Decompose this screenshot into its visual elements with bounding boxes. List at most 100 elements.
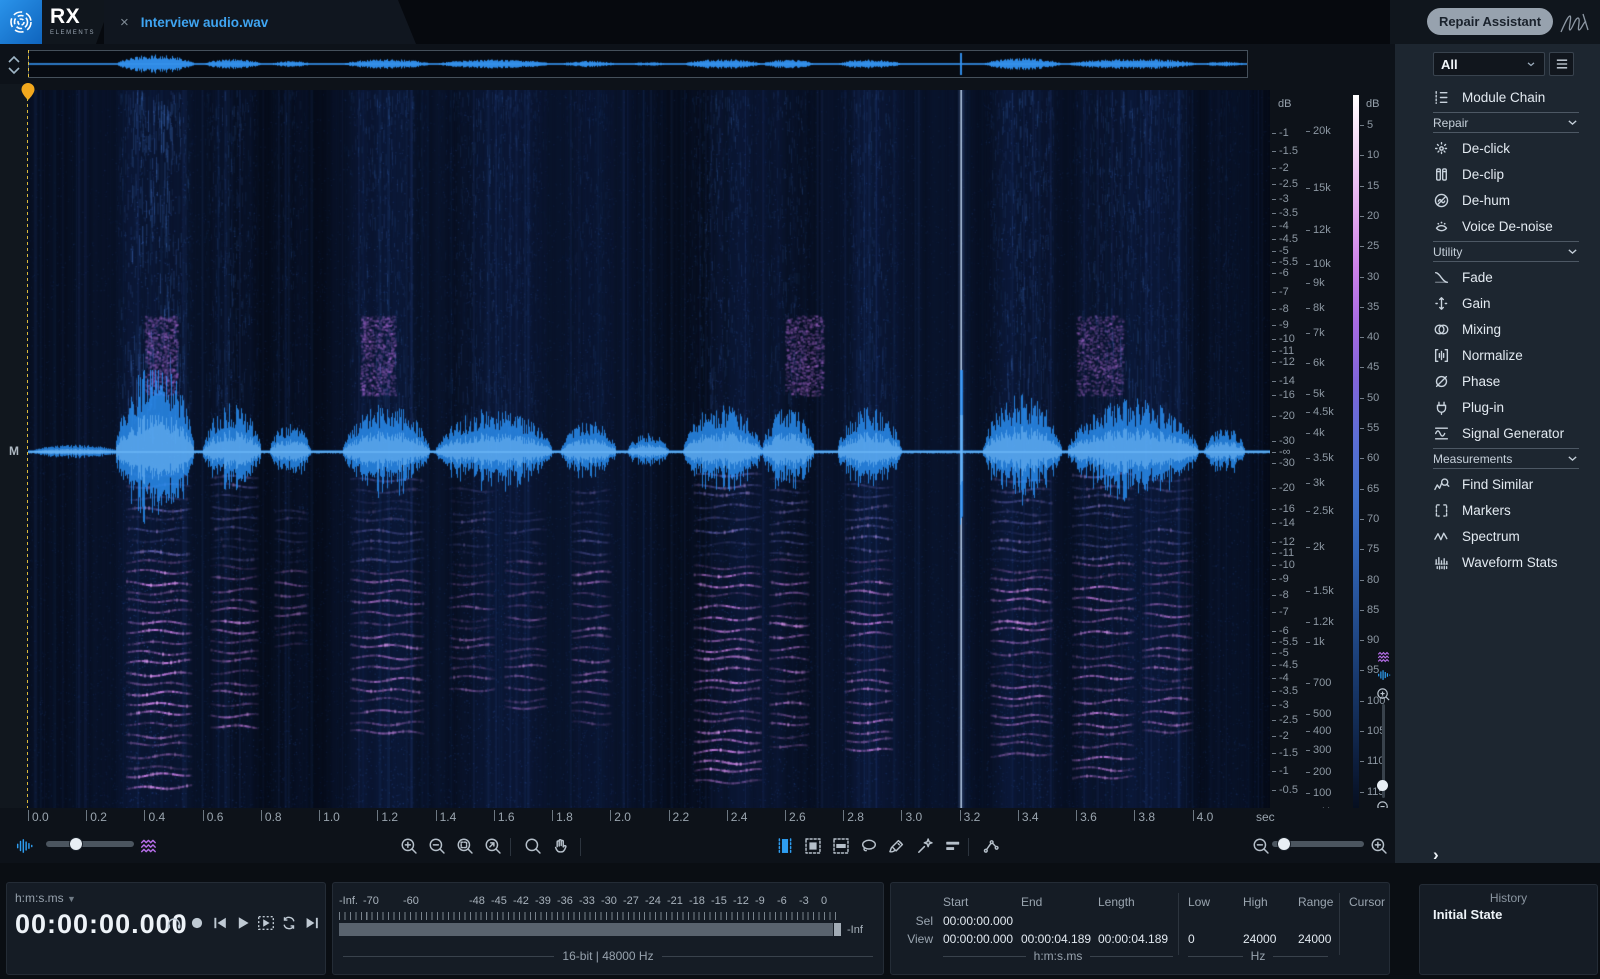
repair-assistant-button[interactable]: Repair Assistant: [1427, 8, 1553, 35]
view-length-value[interactable]: 00:00:04.189: [1098, 932, 1168, 946]
amp-tick-dash: [1272, 309, 1276, 310]
colorbar-tick-dash: [1360, 761, 1364, 762]
sel-start-value[interactable]: 00:00:00.000: [943, 914, 1013, 928]
sidebar-item-signal-generator[interactable]: Signal Generator: [1433, 420, 1579, 446]
tab-close-icon[interactable]: ×: [120, 15, 129, 30]
amp-tick: -0.5: [1279, 784, 1298, 796]
freq-tick: 9k: [1313, 277, 1325, 289]
freq-tick-dash: [1306, 642, 1310, 643]
high-value[interactable]: 24000: [1243, 932, 1276, 946]
section-header-utility[interactable]: Utility: [1433, 241, 1579, 262]
play-to-end-button[interactable]: [303, 914, 321, 932]
magnifier-tool-icon[interactable]: [524, 837, 542, 855]
play-selection-button[interactable]: [257, 914, 275, 932]
sidebar-item-spectrum[interactable]: Spectrum: [1433, 523, 1579, 549]
amp-tick-dash: [1272, 691, 1276, 692]
sidebar-item-plug-in[interactable]: Plug-in: [1433, 394, 1579, 420]
brush-tool-icon[interactable]: [888, 837, 906, 855]
spectrogram-view-mini-icon[interactable]: [1376, 650, 1391, 664]
lasso-tool-icon[interactable]: [860, 837, 878, 855]
zoom-out-icon[interactable]: [428, 837, 446, 855]
zoom-fit-icon[interactable]: [484, 837, 502, 855]
go-to-start-button[interactable]: [211, 914, 229, 932]
frequency-selection-tool[interactable]: [832, 837, 850, 855]
instant-process-tool[interactable]: [982, 837, 1000, 855]
playhead-marker-pin[interactable]: [21, 83, 35, 100]
section-header-measurements[interactable]: Measurements: [1433, 448, 1579, 469]
amp-tick-dash: [1272, 381, 1276, 382]
amp-tick: -14: [1279, 517, 1295, 529]
sidebar-item-de-hum[interactable]: De-hum: [1433, 187, 1579, 213]
ruler-tick: [785, 810, 786, 821]
zoom-in-icon[interactable]: [400, 837, 418, 855]
low-value[interactable]: 0: [1188, 932, 1195, 946]
horizontal-zoom-in-icon[interactable]: [1370, 837, 1388, 855]
freq-unit-label: Hz: [1188, 949, 1328, 963]
blend-slider-knob[interactable]: [70, 838, 82, 850]
hand-tool-icon[interactable]: [552, 837, 570, 855]
play-button[interactable]: [234, 914, 252, 932]
freq-tick-dash: [1306, 591, 1310, 592]
vertical-zoom-in-icon[interactable]: [1376, 687, 1391, 702]
sidebar-item-markers[interactable]: Markers: [1433, 497, 1579, 523]
freq-tick: 3.5k: [1313, 452, 1334, 464]
horizontal-zoom-out-icon[interactable]: [1252, 837, 1270, 855]
spectrogram-canvas[interactable]: [28, 90, 1270, 810]
colorbar-tick-dash: [1360, 792, 1364, 793]
ruler-label: 0.4: [148, 810, 165, 824]
sidebar-item-mixing[interactable]: Mixing: [1433, 316, 1579, 342]
module-menu-button[interactable]: [1549, 52, 1574, 76]
amp-tick: -8: [1279, 589, 1289, 601]
monitor-button[interactable]: [165, 914, 183, 932]
colorbar-tick: 35: [1367, 301, 1379, 313]
module-filter-select[interactable]: All: [1433, 52, 1545, 76]
sidebar-item-voice-de-noise[interactable]: Voice De-noise: [1433, 213, 1579, 239]
time-ruler[interactable]: 0.00.20.40.60.81.01.21.41.61.82.02.22.42…: [0, 808, 1395, 832]
tab-interview-audio[interactable]: × Interview audio.wav: [104, 0, 416, 44]
sidebar-item-fade[interactable]: Fade: [1433, 264, 1579, 290]
time-selection-tool[interactable]: [776, 837, 794, 855]
waveform-view-mini-icon[interactable]: [1376, 668, 1391, 682]
magic-wand-tool-icon[interactable]: [916, 837, 934, 855]
amp-tick-dash: [1272, 542, 1276, 543]
amp-tick-dash: [1272, 665, 1276, 666]
overview-scroll-control[interactable]: [4, 53, 24, 77]
amp-tick-dash: [1272, 736, 1276, 737]
sidebar-item-find-similar[interactable]: Find Similar: [1433, 471, 1579, 497]
colorbar-tick-dash: [1360, 307, 1364, 308]
time-frequency-selection-tool[interactable]: [804, 837, 822, 855]
freq-tick: 100: [1313, 787, 1331, 799]
horizontal-zoom-slider-knob[interactable]: [1278, 838, 1290, 850]
sidebar-item-de-click[interactable]: De-click: [1433, 135, 1579, 161]
section-header-repair[interactable]: Repair: [1433, 112, 1579, 133]
waveform-spectrogram-blend-slider[interactable]: [46, 841, 134, 847]
sidebar-item-de-clip[interactable]: De-clip: [1433, 161, 1579, 187]
zoom-selection-icon[interactable]: [456, 837, 474, 855]
adaptive-mode-icon[interactable]: [944, 837, 962, 855]
colorbar-tick: 75: [1367, 543, 1379, 555]
sidebar-item-waveform-stats[interactable]: Waveform Stats: [1433, 549, 1579, 575]
sidebar-item-gain[interactable]: Gain: [1433, 290, 1579, 316]
amp-tick: -20: [1279, 410, 1295, 422]
history-entry[interactable]: Initial State: [1433, 907, 1502, 922]
time-format-selector[interactable]: h:m:s.ms ▼: [15, 891, 76, 905]
loop-button[interactable]: [280, 914, 298, 932]
colorbar-tick-dash: [1360, 186, 1364, 187]
overview-waveform-strip[interactable]: [28, 50, 1248, 78]
vertical-zoom-slider-knob[interactable]: [1377, 780, 1388, 791]
record-button[interactable]: [188, 914, 206, 932]
waveform-view-icon[interactable]: [16, 837, 34, 855]
sidebar-item-normalize[interactable]: Normalize: [1433, 342, 1579, 368]
amp-tick-dash: [1272, 579, 1276, 580]
freq-tick-dash: [1306, 793, 1310, 794]
amp-tick-dash: [1272, 553, 1276, 554]
sidebar-item-module-chain[interactable]: Module Chain: [1433, 84, 1579, 110]
view-start-value[interactable]: 00:00:00.000: [943, 932, 1013, 946]
spectrogram-view-icon[interactable]: [140, 837, 158, 855]
colorbar-tick: 15: [1367, 180, 1379, 192]
meter-scale-label: -9: [755, 895, 765, 907]
range-value[interactable]: 24000: [1298, 932, 1331, 946]
sidebar-expand-button[interactable]: ›: [1433, 845, 1439, 865]
view-end-value[interactable]: 00:00:04.189: [1021, 932, 1091, 946]
sidebar-item-phase[interactable]: Phase: [1433, 368, 1579, 394]
